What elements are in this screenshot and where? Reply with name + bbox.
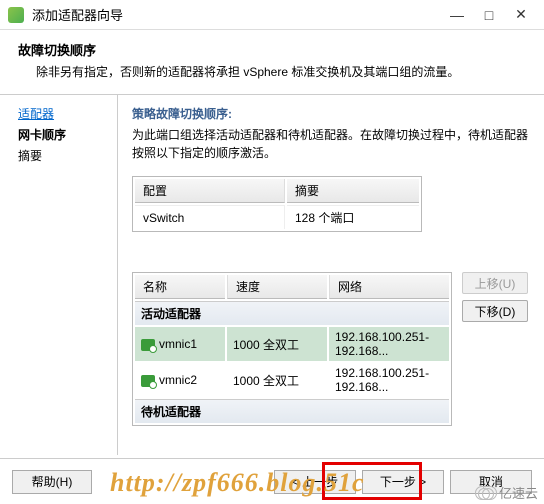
titlebar: 添加适配器向导 — □ ✕ (0, 0, 544, 30)
sidebar-item-summary[interactable]: 摘要 (18, 147, 109, 164)
help-button[interactable]: 帮助(H) (12, 470, 92, 494)
sidebar: 适配器 网卡顺序 摘要 (0, 95, 118, 455)
maximize-button[interactable]: □ (482, 8, 496, 22)
header-section: 故障切换顺序 除非另有指定，否则新的适配器将承担 vSphere 标准交换机及其… (0, 30, 544, 95)
nic-speed: 1000 全双工 (227, 327, 327, 361)
col-config[interactable]: 配置 (135, 179, 285, 203)
nic-icon (141, 339, 155, 351)
cell-summary: 128 个端口 (287, 205, 419, 229)
wizard-body: 适配器 网卡顺序 摘要 策略故障切换顺序: 为此端口组选择活动适配器和待机适配器… (0, 95, 544, 455)
move-buttons: 上移(U) 下移(D) (462, 272, 528, 426)
col-speed[interactable]: 速度 (227, 275, 327, 299)
back-button[interactable]: < 上一步 (274, 470, 356, 494)
table-row[interactable]: vSwitch 128 个端口 (135, 205, 419, 229)
adapter-row[interactable]: vmnic2 1000 全双工 192.168.100.251-192.168.… (135, 363, 449, 397)
move-down-button[interactable]: 下移(D) (462, 300, 528, 322)
col-network[interactable]: 网络 (329, 275, 449, 299)
nic-icon (141, 375, 155, 387)
vsphere-icon (8, 7, 24, 23)
config-table: 配置 摘要 vSwitch 128 个端口 (132, 176, 422, 232)
policy-title: 策略故障切换顺序: (132, 105, 532, 122)
window-buttons: — □ ✕ (450, 8, 528, 22)
sidebar-item-nic-order[interactable]: 网卡顺序 (18, 126, 109, 143)
next-button[interactable]: 下一步 > (362, 470, 444, 494)
nic-network: 192.168.100.251-192.168... (329, 327, 449, 361)
group-standby: 待机适配器 (135, 399, 449, 423)
cell-config: vSwitch (135, 205, 285, 229)
footer: 帮助(H) < 上一步 下一步 > 取消 (0, 458, 544, 504)
col-name[interactable]: 名称 (135, 275, 225, 299)
header-title: 故障切换顺序 (18, 40, 526, 59)
adapter-table: 名称 速度 网络 活动适配器 vmnic1 1000 全双工 192.168.1… (132, 272, 452, 426)
minimize-button[interactable]: — (450, 8, 464, 22)
nic-name: vmnic2 (159, 373, 197, 387)
col-summary[interactable]: 摘要 (287, 179, 419, 203)
window-title: 添加适配器向导 (32, 5, 450, 24)
main-content: 策略故障切换顺序: 为此端口组选择活动适配器和待机适配器。在故障切换过程中，待机… (118, 95, 544, 455)
header-desc: 除非另有指定，否则新的适配器将承担 vSphere 标准交换机及其端口组的流量。 (18, 63, 526, 80)
move-up-button[interactable]: 上移(U) (462, 272, 528, 294)
policy-desc: 为此端口组选择活动适配器和待机适配器。在故障切换过程中，待机适配器按照以下指定的… (132, 126, 532, 162)
sidebar-item-adapter[interactable]: 适配器 (18, 105, 109, 122)
adapter-row[interactable]: vmnic1 1000 全双工 192.168.100.251-192.168.… (135, 327, 449, 361)
cancel-button[interactable]: 取消 (450, 470, 532, 494)
nic-network: 192.168.100.251-192.168... (329, 363, 449, 397)
group-active: 活动适配器 (135, 301, 449, 325)
nic-name: vmnic1 (159, 337, 197, 351)
close-button[interactable]: ✕ (514, 8, 528, 22)
nic-speed: 1000 全双工 (227, 363, 327, 397)
